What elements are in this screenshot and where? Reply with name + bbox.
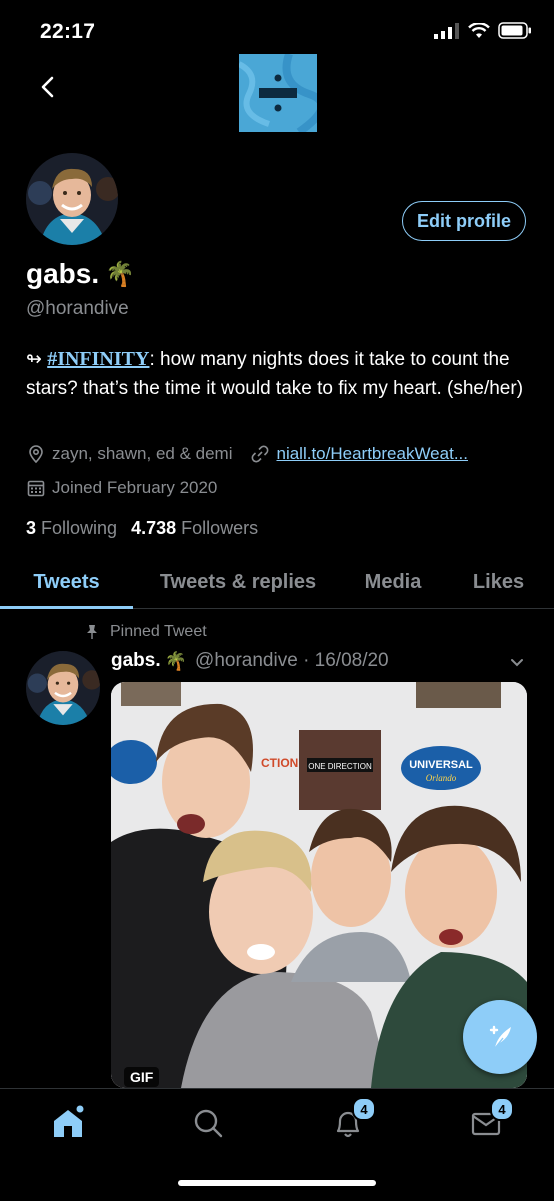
battery-icon <box>498 22 531 39</box>
display-name: gabs. 🌴 <box>26 258 135 290</box>
tweet-options-button[interactable] <box>506 652 528 679</box>
nav-messages[interactable]: 4 <box>466 1097 514 1143</box>
cellular-signal-icon <box>434 22 459 39</box>
calendar-icon <box>27 480 45 497</box>
wifi-icon <box>468 22 490 38</box>
tweet-avatar[interactable] <box>26 651 100 725</box>
bio-prefix: ↬ <box>26 349 48 370</box>
tab-tweets[interactable]: Tweets <box>0 556 133 609</box>
location-pin-icon <box>29 445 43 464</box>
tweet-author-name[interactable]: gabs. 🌴 <box>111 650 187 672</box>
profile-meta-row: zayn, shawn, ed & demi niall.to/Heartbre… <box>26 444 468 464</box>
profile-avatar[interactable] <box>26 153 118 245</box>
compose-icon <box>489 1025 511 1049</box>
palm-tree-emoji: 🌴 <box>164 650 188 671</box>
notifications-badge: 4 <box>352 1097 376 1121</box>
link-icon <box>252 445 269 463</box>
search-icon <box>194 1109 223 1138</box>
profile-website-link[interactable]: niall.to/HeartbreakWeat... <box>276 444 468 464</box>
tweet-handle-date: @horandive · 16/08/20 <box>195 650 389 671</box>
followers-label: Followers <box>181 518 259 538</box>
palm-tree-emoji: 🌴 <box>105 260 136 288</box>
media-sign-universal: UNIVERSAL <box>409 759 473 771</box>
follow-stats: 3 Following 4.738 Followers <box>26 518 258 539</box>
messages-badge: 4 <box>490 1097 514 1121</box>
following-label: Following <box>41 518 118 538</box>
edit-profile-button[interactable]: Edit profile <box>402 201 526 241</box>
pinned-indicator: Pinned Tweet <box>84 623 207 641</box>
profile-tabs: Tweets Tweets & replies Media Likes <box>0 556 554 609</box>
profile-bio: ↬ #INFINITY: how many nights does it tak… <box>26 345 526 403</box>
tweet-author-name-text: gabs. <box>111 650 161 671</box>
tweet-header: gabs. 🌴 @horandive · 16/08/20 <box>111 650 389 672</box>
bio-hashtag-link[interactable]: #INFINITY <box>47 348 149 370</box>
chevron-down-icon <box>511 659 523 667</box>
pin-icon <box>87 625 97 639</box>
profile-banner[interactable] <box>239 54 317 132</box>
following-link[interactable]: 3 Following <box>26 518 117 539</box>
followers-link[interactable]: 4.738 Followers <box>131 518 258 539</box>
gif-badge: GIF <box>124 1067 160 1087</box>
svg-text:CTION: CTION <box>261 756 298 770</box>
display-name-text: gabs. <box>26 258 100 289</box>
pinned-label: Pinned Tweet <box>110 623 207 640</box>
following-count: 3 <box>26 518 37 538</box>
media-sign-orlando: Orlando <box>426 773 457 783</box>
home-icon <box>54 1105 84 1137</box>
profile-location: zayn, shawn, ed & demi <box>52 444 233 463</box>
status-time: 22:17 <box>40 20 96 43</box>
tab-media[interactable]: Media <box>343 556 443 608</box>
profile-joined-row: Joined February 2020 <box>26 478 217 498</box>
status-icons <box>434 22 532 39</box>
nav-home[interactable] <box>48 1103 88 1143</box>
tab-likes[interactable]: Likes <box>443 556 554 608</box>
tab-tweets-replies[interactable]: Tweets & replies <box>133 556 343 608</box>
compose-tweet-button[interactable] <box>463 1000 537 1074</box>
nav-notifications[interactable]: 4 <box>328 1097 376 1143</box>
followers-count: 4.738 <box>131 518 177 538</box>
profile-joined: Joined February 2020 <box>52 478 218 497</box>
nav-search[interactable] <box>188 1103 228 1143</box>
home-indicator <box>178 1180 376 1186</box>
media-sign-one-direction: ONE DIRECTION <box>308 762 372 771</box>
profile-handle: @horandive <box>26 298 129 319</box>
back-button[interactable] <box>34 72 64 102</box>
back-arrow-icon <box>41 76 54 98</box>
